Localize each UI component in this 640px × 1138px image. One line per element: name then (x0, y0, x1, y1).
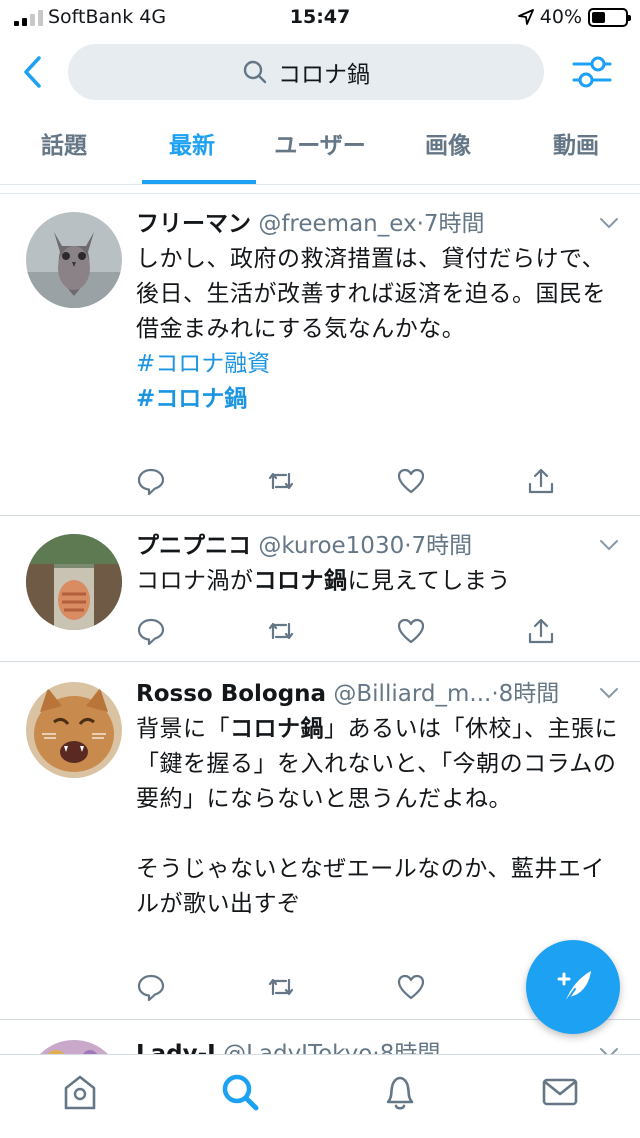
tweet-text: コロナ渦がコロナ鍋に見えてしまう (136, 564, 620, 599)
search-icon (243, 60, 267, 84)
tweet-text-part: 背景に「 (136, 716, 230, 742)
tabs-divider (0, 184, 640, 194)
battery-icon (588, 7, 631, 27)
chevron-down-icon[interactable] (598, 212, 620, 234)
compose-tweet-button[interactable] (526, 940, 620, 1034)
tab-people[interactable]: ユーザー (256, 112, 384, 184)
tweet-actions (136, 466, 556, 500)
share-icon[interactable] (526, 616, 556, 646)
display-name[interactable]: Rosso Bologna (136, 681, 326, 707)
like-icon[interactable] (396, 616, 426, 646)
tweet-actions (136, 616, 556, 650)
chevron-down-icon[interactable] (598, 682, 620, 704)
separator-dot: · (404, 533, 412, 559)
filter-sliders-icon (572, 56, 612, 88)
tweet-text-part: に見えてしまう (347, 568, 511, 594)
hashtag-link[interactable]: #コロナ鍋 (136, 382, 620, 417)
hashtag-link[interactable]: #コロナ融資 (136, 347, 620, 382)
retweet-icon[interactable] (266, 972, 296, 1002)
tweet-text-paragraph: そうじゃないとなぜエールなのか、藍井エイルが歌い出すぞ (136, 856, 605, 917)
tweet-time: 7時間 (411, 533, 473, 559)
explore-search-icon (222, 1074, 259, 1110)
tab-latest[interactable]: 最新 (128, 112, 256, 184)
tweet-text: しかし、政府の救済措置は、貸付だらけで、後日、生活が改善すれば返済を迫る。国民を… (136, 246, 606, 342)
tab-videos[interactable]: 動画 (512, 112, 640, 184)
avatar[interactable] (26, 534, 122, 630)
tweet-text-highlight: コロナ鍋 (230, 716, 324, 742)
back-chevron-icon (24, 56, 41, 88)
nav-explore[interactable] (218, 1070, 262, 1114)
display-name[interactable]: フリーマン (136, 211, 251, 237)
tweet-header: Rosso Bologna @Billiard_m...·8時間 (136, 678, 620, 710)
battery-status: 40% (517, 6, 631, 28)
messages-icon (542, 1078, 578, 1105)
tweet-time: 8時間 (498, 681, 560, 707)
user-handle[interactable]: @Billiard_m... (333, 681, 491, 707)
reply-icon[interactable] (136, 616, 166, 646)
tweet-body: Rosso Bologna @Billiard_m...·8時間 背景に「コロナ… (136, 678, 620, 922)
display-name[interactable]: プニプニコ (136, 533, 251, 559)
nav-messages[interactable] (538, 1070, 582, 1114)
avatar-cat-toy-image (26, 534, 122, 630)
user-handle[interactable]: @freeman_ex (258, 211, 416, 237)
search-tabs: 話題 最新 ユーザー 画像 動画 (0, 112, 640, 184)
tweet[interactable]: プニプニコ @kuroe1030·7時間 コロナ渦がコロナ鍋に見えてしまう (0, 516, 640, 662)
search-header: コロナ鍋 (0, 36, 640, 108)
status-bar: SoftBank 4G 15:47 40% (0, 0, 640, 36)
avatar[interactable] (26, 212, 122, 308)
tweet-body: フリーマン @freeman_ex·7時間 しかし、政府の救済措置は、貸付だらけ… (136, 208, 620, 417)
retweet-icon[interactable] (266, 466, 296, 496)
reply-icon[interactable] (136, 972, 166, 1002)
home-icon (64, 1075, 96, 1109)
tweet-time: 7時間 (423, 211, 485, 237)
compose-tweet-icon (557, 971, 591, 1004)
bottom-navigation (0, 1054, 640, 1138)
notifications-icon (386, 1076, 414, 1110)
separator-dot: · (416, 211, 424, 237)
search-query: コロナ鍋 (278, 62, 370, 88)
like-icon[interactable] (396, 972, 426, 1002)
location-arrow-icon (517, 9, 534, 25)
battery-level (592, 11, 605, 23)
tweet-actions (136, 972, 556, 1006)
tab-photos[interactable]: 画像 (384, 112, 512, 184)
tweet-header: プニプニコ @kuroe1030·7時間 (136, 530, 620, 562)
battery-percent: 40% (539, 6, 582, 28)
tweet-body: プニプニコ @kuroe1030·7時間 コロナ渦がコロナ鍋に見えてしまう (136, 530, 620, 599)
nav-home[interactable] (58, 1070, 102, 1114)
avatar[interactable] (26, 682, 122, 778)
search-input[interactable]: コロナ鍋 (68, 44, 544, 100)
tweet[interactable]: フリーマン @freeman_ex·7時間 しかし、政府の救済措置は、貸付だらけ… (0, 194, 640, 516)
tweet-text-highlight: コロナ鍋 (253, 568, 348, 594)
tweet-text-part: コロナ渦が (136, 568, 254, 594)
nav-notifications[interactable] (378, 1070, 422, 1114)
chevron-down-icon[interactable] (598, 534, 620, 556)
avatar-owl-image (26, 212, 122, 308)
retweet-icon[interactable] (266, 616, 296, 646)
back-button[interactable] (18, 54, 48, 90)
search-filter-button[interactable] (570, 52, 614, 92)
tab-top[interactable]: 話題 (0, 112, 128, 184)
tweet-text: 背景に「コロナ鍋」あるいは「休校」、主張に「鍵を握る」を入れないと、「今朝のコラ… (136, 712, 620, 817)
reply-icon[interactable] (136, 466, 166, 496)
share-icon[interactable] (526, 466, 556, 496)
user-handle[interactable]: @kuroe1030 (258, 533, 404, 559)
avatar-angry-cat-image (26, 682, 122, 778)
tweet-header: フリーマン @freeman_ex·7時間 (136, 208, 620, 240)
separator-dot: · (491, 681, 499, 707)
like-icon[interactable] (396, 466, 426, 496)
